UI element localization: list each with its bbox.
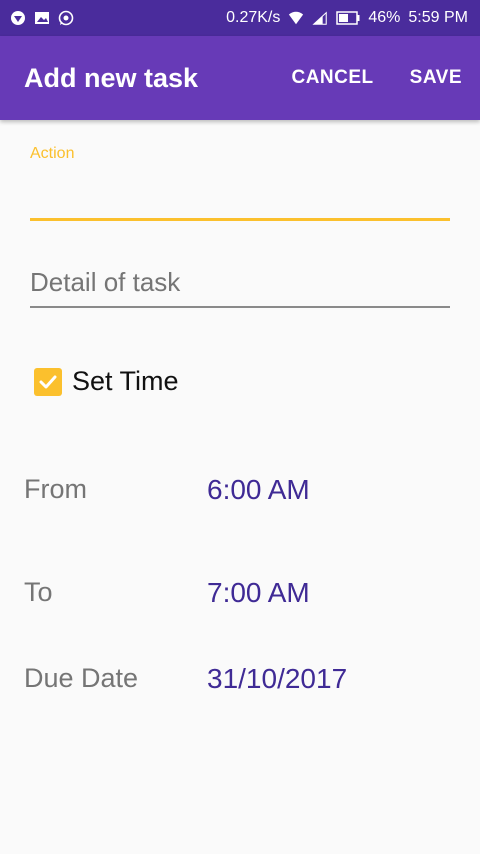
detail-field bbox=[30, 262, 450, 312]
from-label: From bbox=[24, 474, 87, 504]
network-speed: 0.27K/s bbox=[226, 9, 281, 26]
app-bar: Add new task CANCEL SAVE bbox=[0, 36, 480, 120]
image-icon bbox=[34, 10, 50, 26]
detail-input[interactable] bbox=[30, 262, 450, 302]
action-label: Action bbox=[30, 145, 75, 162]
to-label: To bbox=[24, 577, 53, 607]
due-date-value[interactable]: 31/10/2017 bbox=[207, 663, 347, 695]
signal-icon bbox=[312, 10, 328, 26]
action-input[interactable] bbox=[30, 175, 450, 215]
set-time-checkbox[interactable] bbox=[34, 367, 62, 396]
notification-icon bbox=[10, 10, 26, 26]
action-underline bbox=[30, 218, 450, 221]
whatsapp-icon bbox=[58, 10, 74, 26]
checkmark-icon bbox=[39, 375, 57, 388]
status-bar-left bbox=[10, 10, 74, 26]
action-field: Action bbox=[30, 145, 450, 225]
save-button[interactable]: SAVE bbox=[410, 67, 462, 89]
set-time-row[interactable]: Set Time bbox=[34, 366, 179, 397]
from-time-value[interactable]: 6:00 AM bbox=[207, 474, 310, 506]
cancel-button[interactable]: CANCEL bbox=[291, 67, 373, 89]
detail-underline bbox=[30, 306, 450, 308]
status-bar: 0.27K/s 46% 5:59 PM bbox=[0, 0, 480, 36]
clock: 5:59 PM bbox=[408, 9, 468, 26]
due-date-label: Due Date bbox=[24, 663, 139, 693]
status-bar-right: 0.27K/s 46% 5:59 PM bbox=[226, 9, 468, 27]
to-time-value[interactable]: 7:00 AM bbox=[207, 577, 310, 609]
page-title: Add new task bbox=[24, 62, 199, 93]
battery-percentage: 46% bbox=[368, 9, 401, 26]
wifi-icon bbox=[288, 10, 304, 26]
battery-icon bbox=[336, 10, 360, 26]
set-time-label: Set Time bbox=[72, 366, 179, 396]
